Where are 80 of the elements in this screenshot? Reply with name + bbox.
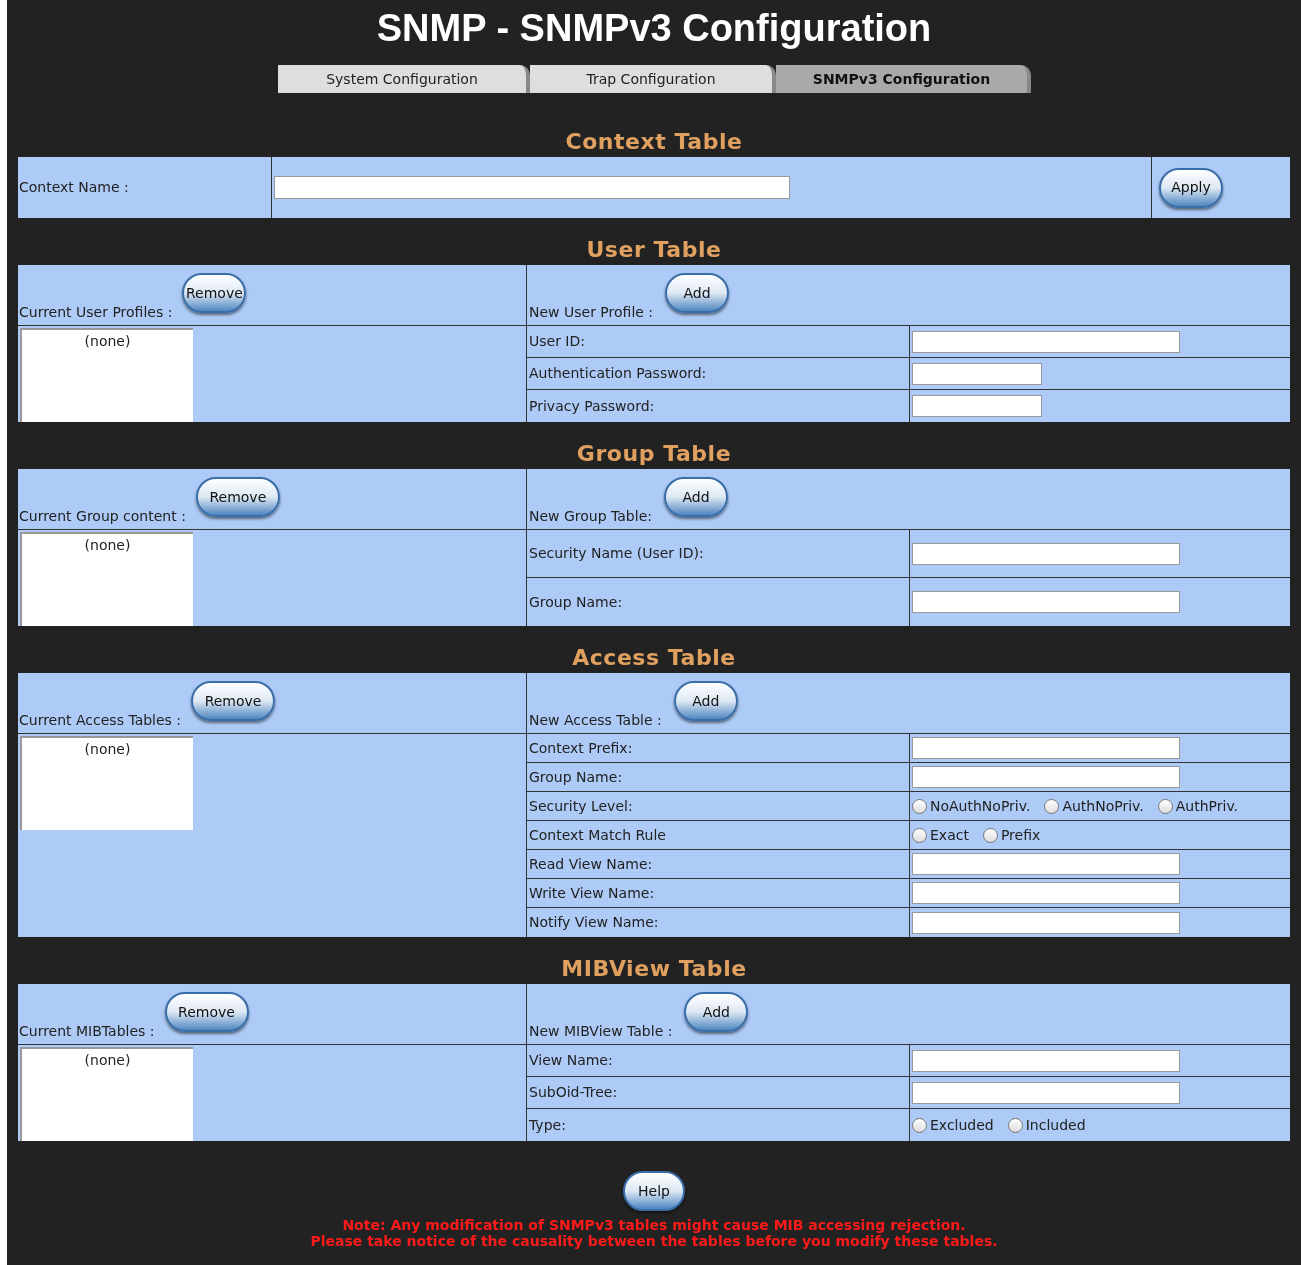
field-label: Security Level: xyxy=(529,796,633,816)
button[interactable]: Apply xyxy=(1159,167,1223,208)
field-label: Notify View Name: xyxy=(529,913,659,932)
field-label: Authentication Password: xyxy=(529,364,707,383)
list-box[interactable]: (none) xyxy=(20,1047,193,1141)
list-item[interactable]: (none) xyxy=(22,534,193,556)
field-label: New User Profile : xyxy=(529,303,654,322)
field-label: New Group Table: xyxy=(529,507,652,526)
warning-note: Note: Any modification of SNMPv3 tables might cause MIB accessing rejection. xyxy=(342,1217,966,1233)
button[interactable]: Add xyxy=(684,992,749,1032)
input-field[interactable] xyxy=(912,911,1180,934)
radio-button[interactable] xyxy=(912,1117,927,1133)
section-heading: Context Table xyxy=(565,128,743,156)
input-field[interactable] xyxy=(912,330,1180,353)
field-label: Type: xyxy=(529,1115,566,1135)
field-label: Context Match Rule xyxy=(529,825,666,845)
input-field[interactable] xyxy=(912,766,1180,788)
list-item[interactable]: (none) xyxy=(22,330,193,352)
input-field[interactable] xyxy=(912,737,1180,759)
button[interactable]: Add xyxy=(664,477,728,517)
button[interactable]: Remove xyxy=(191,681,276,721)
list-item[interactable]: (none) xyxy=(22,738,193,760)
tab[interactable]: SNMPv3 Configuration xyxy=(776,65,1031,93)
button[interactable]: Add xyxy=(673,681,738,721)
list-box[interactable]: (none) xyxy=(20,736,193,830)
radio-button[interactable] xyxy=(912,798,927,814)
field-label: Context Name : xyxy=(19,178,129,197)
input-field[interactable] xyxy=(912,362,1042,385)
tab[interactable]: System Configuration xyxy=(278,65,530,93)
field-label: User ID: xyxy=(529,332,585,351)
list-item[interactable]: (none) xyxy=(22,1049,193,1071)
input-field[interactable] xyxy=(912,542,1180,565)
warning-note: Please take notice of the causality between the tables before you modify these tables. xyxy=(310,1233,998,1249)
radio-button[interactable] xyxy=(1044,798,1060,814)
tab[interactable]: Trap Configuration xyxy=(530,65,776,93)
radio-option[interactable]: Included xyxy=(1007,1114,1086,1136)
field-label: Context Prefix: xyxy=(529,738,633,758)
list-box[interactable]: (none) xyxy=(20,532,193,626)
radio-option[interactable]: AuthPriv. xyxy=(1157,795,1239,817)
field-label: New MIBView Table : xyxy=(529,1022,673,1041)
field-label: Current MIBTables : xyxy=(19,1022,155,1041)
field-label: Group Name: xyxy=(529,592,623,612)
field-label: View Name: xyxy=(529,1051,613,1070)
input-field[interactable] xyxy=(912,1081,1180,1104)
context-name-field[interactable] xyxy=(274,176,790,199)
radio-option[interactable]: NoAuthNoPriv. xyxy=(912,795,1031,817)
input-field[interactable] xyxy=(912,882,1180,904)
field-label: Current User Profiles : xyxy=(19,303,173,322)
radio-option[interactable]: Prefix xyxy=(982,824,1041,846)
button[interactable]: Add xyxy=(665,273,730,313)
radio-button[interactable] xyxy=(912,827,927,843)
section-heading: MIBView Table xyxy=(561,955,747,983)
input-field[interactable] xyxy=(912,591,1180,613)
button[interactable]: Help xyxy=(623,1171,685,1211)
field-label: SubOid-Tree: xyxy=(529,1083,618,1102)
radio-button[interactable] xyxy=(1157,798,1173,814)
section-heading: User Table xyxy=(586,236,722,264)
field-label: Privacy Password: xyxy=(529,396,655,416)
button[interactable]: Remove xyxy=(195,477,280,517)
section-heading: Access Table xyxy=(572,644,736,672)
field-label: Write View Name: xyxy=(529,883,655,903)
field-label: Read View Name: xyxy=(529,854,653,874)
radio-option[interactable]: Excluded xyxy=(912,1114,994,1136)
input-field[interactable] xyxy=(912,853,1180,875)
field-label: Current Access Tables : xyxy=(19,711,182,730)
field-label: New Access Table : xyxy=(529,711,662,730)
input-field[interactable] xyxy=(912,395,1042,417)
button[interactable]: Remove xyxy=(164,992,249,1032)
field-label: Group Name: xyxy=(529,767,623,787)
radio-button[interactable] xyxy=(982,827,998,843)
button[interactable]: Remove xyxy=(182,273,247,313)
field-label: Security Name (User ID): xyxy=(529,544,704,563)
list-box[interactable]: (none) xyxy=(20,328,193,422)
field-label: Current Group content : xyxy=(19,507,186,526)
input-field[interactable] xyxy=(912,1049,1180,1072)
radio-option[interactable]: Exact xyxy=(912,824,969,846)
section-heading: Group Table xyxy=(576,440,732,468)
page-title: SNMP - SNMPv3 Configuration xyxy=(375,6,933,51)
radio-button[interactable] xyxy=(1007,1117,1023,1133)
radio-option[interactable]: AuthNoPriv. xyxy=(1044,795,1144,817)
